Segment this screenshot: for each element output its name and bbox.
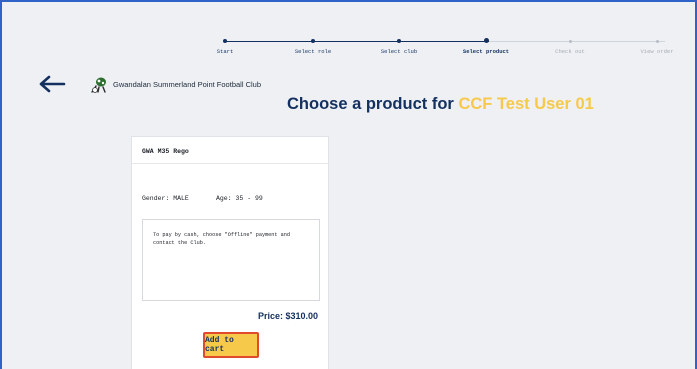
step-dot-select-club (397, 39, 401, 43)
page-title-prefix: Choose a product for (287, 95, 454, 113)
club-name: Gwandalan Summerland Point Football Club (113, 80, 261, 89)
payment-notice-text: To pay by cash, choose "Offline" payment… (153, 232, 290, 246)
step-dot-check-out (569, 40, 572, 43)
stepper-line-done (225, 41, 489, 42)
page-title-user: CCF Test User 01 (458, 95, 594, 113)
club-logo-icon (90, 76, 110, 94)
payment-notice-box: To pay by cash, choose "Offline" payment… (142, 219, 320, 301)
back-button[interactable] (38, 74, 66, 94)
step-label-select-club: Select club (380, 48, 418, 55)
step-label-view-order: View order (640, 48, 674, 55)
product-card: GWA M35 Rego Gender: MALE Age: 35 - 99 T… (131, 136, 329, 369)
arrow-left-icon (39, 75, 66, 93)
page-title: Choose a product for CCF Test User 01 (287, 95, 594, 114)
step-dot-select-role (311, 39, 315, 43)
step-dot-start (223, 39, 227, 43)
product-age: Age: 35 - 99 (216, 195, 263, 202)
product-gender: Gender: MALE (142, 195, 189, 202)
step-label-start: Start (216, 48, 234, 55)
step-dot-select-product (484, 38, 489, 43)
step-label-select-role: Select role (294, 48, 332, 55)
step-dot-view-order (656, 40, 659, 43)
product-price: Price: $310.00 (257, 311, 318, 321)
product-name: GWA M35 Rego (142, 148, 189, 155)
card-divider (132, 163, 328, 164)
add-to-cart-button[interactable]: Add to cart (203, 332, 259, 358)
stepper-line-future (489, 41, 665, 42)
step-label-check-out: Check out (555, 48, 585, 55)
progress-stepper: Start Select role Select club Select pro… (0, 0, 697, 60)
step-label-select-product: Select product (462, 48, 510, 55)
